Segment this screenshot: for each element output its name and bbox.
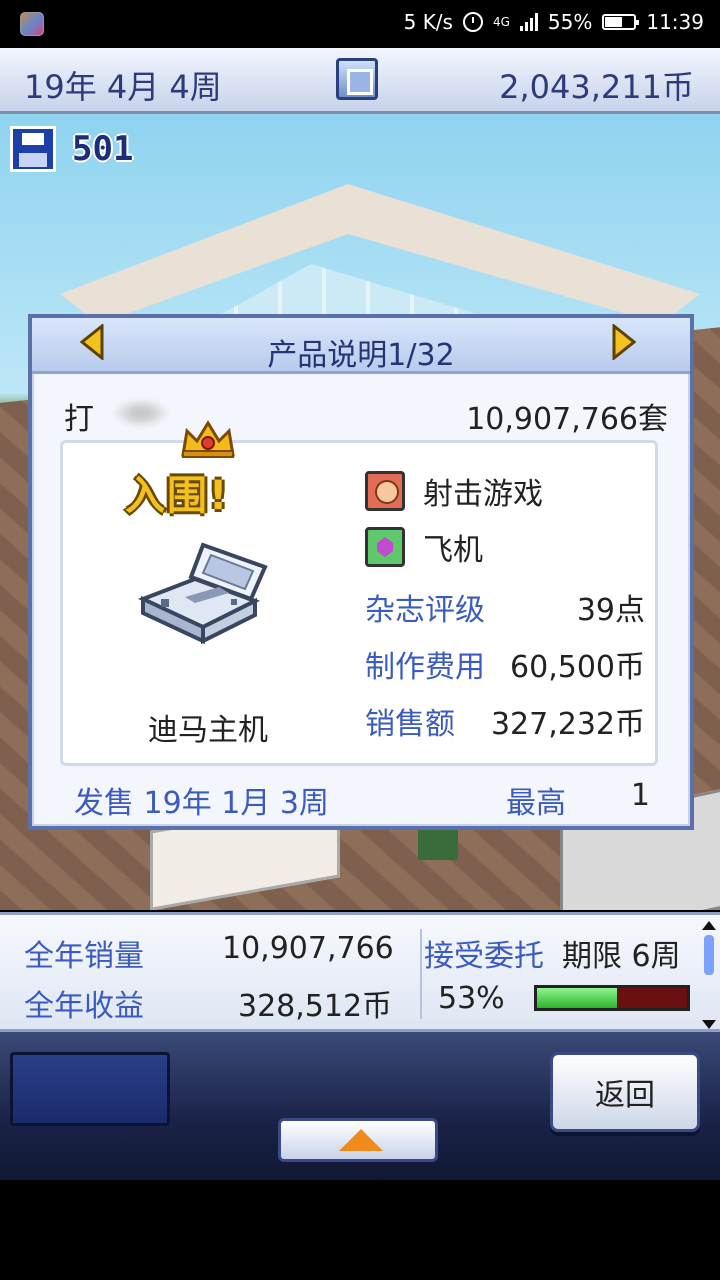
panel-divider [420, 929, 422, 1019]
theme-row: 飞机 [365, 523, 645, 571]
empty-slot-button[interactable] [10, 1052, 170, 1126]
smiley-face-icon [365, 471, 405, 511]
best-rank-value: 1 [630, 778, 650, 813]
nav-area [0, 1180, 720, 1280]
best-rank-label: 最高 [506, 786, 566, 821]
stat-label: 制作费用 [365, 650, 485, 685]
arrow-up-icon [339, 1129, 383, 1151]
game-date: 19年 4月 4周 [24, 68, 222, 106]
arrow-right-icon [612, 322, 637, 362]
contract-deadline: 期限 6周 [562, 939, 681, 974]
floppy-disk-icon [10, 126, 56, 172]
next-product-button[interactable] [610, 322, 638, 362]
crown-icon [181, 420, 235, 458]
annual-stats-panel: 全年销量 10,907,766 全年收益 328,512币 接受委托 期限 6周… [0, 912, 720, 1032]
network-type: 4G [492, 15, 510, 29]
stat-label: 杂志评级 [365, 593, 485, 628]
stat-value: 60,500币 [510, 650, 645, 685]
scroll-up-icon[interactable] [702, 921, 716, 930]
stat-row-revenue: 销售额 327,232币 [365, 693, 645, 750]
genre-label: 射击游戏 [423, 477, 543, 512]
contract-label: 接受委托 [424, 939, 544, 974]
annual-revenue-label: 全年收益 [24, 989, 144, 1024]
stat-row-rating: 杂志评级 39点 [365, 579, 645, 636]
handheld-console-icon [137, 542, 268, 645]
network-speed: 5 K/s [403, 10, 453, 34]
obscured-text [112, 398, 170, 428]
bottom-controls: 返回 [0, 1032, 720, 1180]
contract-progress-bar [534, 985, 690, 1011]
theme-label: 飞机 [423, 533, 483, 568]
status-bar: 5 K/s 4G 55% 11:39 [0, 0, 720, 48]
game-header: 19年 4月 4周 2,043,211币 [0, 48, 720, 114]
clock-time: 11:39 [646, 10, 704, 34]
scroll-down-icon[interactable] [702, 1020, 716, 1029]
stat-row-cost: 制作费用 60,500币 [365, 636, 645, 693]
gem-icon [365, 527, 405, 567]
product-attributes: 射击游戏 飞机 杂志评级 39点 制作费用 60,500币 销售额 327,23… [365, 467, 645, 750]
product-info-dialog: 产品说明1/32 打 10,907,766套 入围! 迪马主机 射击游戏 飞机 … [28, 314, 694, 830]
scroll-thumb[interactable] [704, 935, 714, 975]
release-date: 发售 19年 1月 3周 [74, 786, 329, 821]
stat-value: 39点 [576, 593, 645, 628]
dialog-title: 产品说明1/32 [267, 338, 455, 373]
save-count: 501 [72, 129, 134, 169]
battery-icon [602, 14, 640, 30]
expand-menu-button[interactable] [278, 1118, 438, 1162]
money-display: 2,043,211币 [499, 68, 694, 106]
app-notification-icon [20, 12, 44, 36]
stats-scrollbar[interactable] [702, 921, 716, 1029]
stat-label: 销售额 [365, 707, 455, 742]
annual-sales-value: 10,907,766 [222, 931, 394, 966]
signal-icon [519, 13, 538, 31]
contract-progress-text: 53% [438, 981, 505, 1016]
back-button[interactable]: 返回 [550, 1052, 700, 1132]
product-details-panel: 入围! 迪马主机 射击游戏 飞机 杂志评级 39点 制作费用 60,500币 销… [60, 420, 658, 766]
game-title: 打 [64, 402, 94, 437]
annual-revenue-value: 328,512币 [238, 989, 393, 1024]
status-right: 5 K/s 4G 55% 11:39 [404, 10, 704, 34]
annual-sales-label: 全年销量 [24, 939, 144, 974]
battery-percent: 55% [547, 10, 593, 34]
genre-row: 射击游戏 [365, 467, 645, 515]
platform-name: 迪马主机 [148, 713, 268, 748]
stat-value: 327,232币 [490, 707, 645, 742]
units-sold: 10,907,766套 [466, 402, 668, 437]
dialog-header: 产品说明1/32 [32, 318, 690, 374]
progress-fill [537, 988, 617, 1008]
save-indicator[interactable]: 501 [10, 126, 133, 172]
alarm-icon [462, 12, 483, 32]
award-badge: 入围! [125, 473, 230, 519]
menu-toggle-button[interactable] [336, 58, 378, 100]
